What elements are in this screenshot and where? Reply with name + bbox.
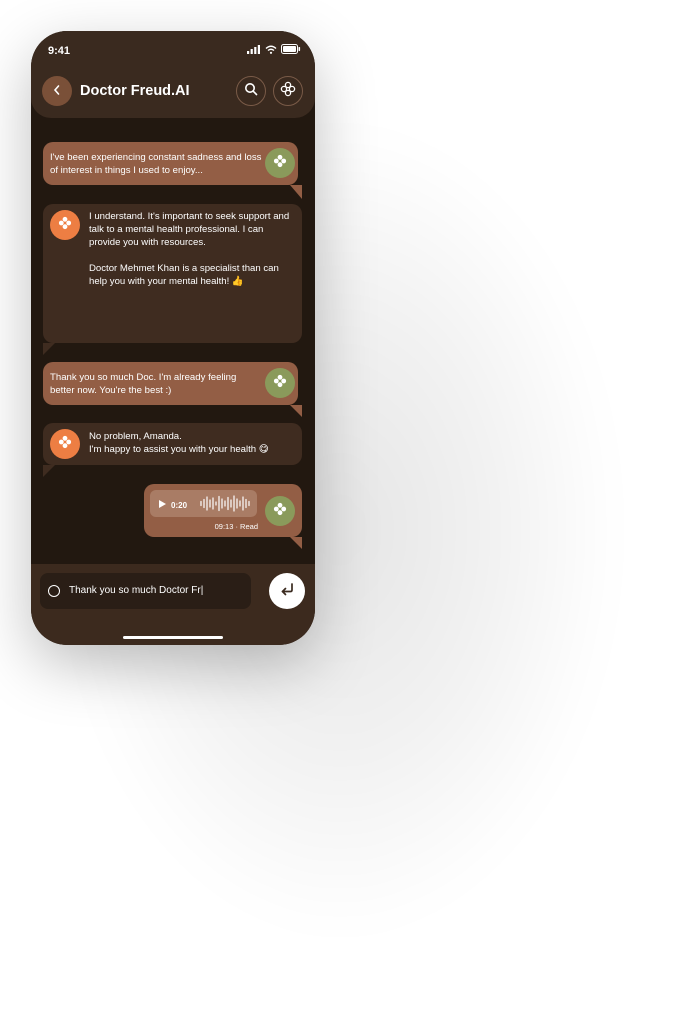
- avatar: [265, 496, 295, 526]
- signal-icon: [247, 44, 261, 57]
- home-indicator: [123, 636, 223, 639]
- flower-icon: [273, 154, 287, 172]
- message-user: I've been experiencing constant sadness …: [43, 142, 298, 185]
- voice-player[interactable]: 0:20: [150, 490, 257, 517]
- status-time: 9:41: [48, 45, 71, 57]
- message-text: I understand. It's important to seek sup…: [89, 211, 290, 248]
- radio-circle-icon[interactable]: [48, 585, 60, 597]
- avatar: [50, 210, 80, 240]
- send-button[interactable]: [269, 573, 305, 609]
- avatar: [50, 429, 80, 459]
- chevron-left-icon: [52, 84, 62, 99]
- play-icon[interactable]: [159, 499, 166, 512]
- battery-icon: [281, 44, 301, 57]
- message-text: I've been experiencing constant sadness …: [50, 152, 262, 176]
- message-bot: I understand. It's important to seek sup…: [43, 204, 302, 343]
- status-bar: 9:41: [31, 31, 315, 75]
- message-meta: 09:13 · Read: [214, 522, 258, 531]
- wifi-icon: [265, 45, 277, 57]
- bubble-tail: [43, 343, 55, 355]
- message-input[interactable]: Thank you so much Doctor Fr|: [40, 573, 251, 609]
- message-user: Thank you so much Doc. I'm already feeli…: [43, 362, 298, 405]
- message-text: I'm happy to assist you with your health…: [89, 444, 269, 455]
- message-text: Doctor Mehmet Khan is a specialist than …: [89, 263, 279, 287]
- phone-frame: Doctor Freud.AI 9:41 I've been experienc…: [31, 31, 315, 645]
- chat-title: Doctor Freud.AI: [80, 83, 190, 99]
- message-text: No problem, Amanda.: [89, 431, 182, 442]
- flower-icon: [58, 216, 72, 234]
- message-user-voice: 0:20 09:13 · Read: [144, 484, 302, 537]
- message-input-value[interactable]: Thank you so much Doctor Fr|: [69, 585, 203, 596]
- bubble-tail: [290, 537, 302, 549]
- system-icons: [247, 44, 301, 57]
- search-button[interactable]: [236, 76, 266, 106]
- message-text: Thank you so much Doc. I'm already feeli…: [50, 372, 237, 396]
- bubble-tail: [290, 405, 302, 417]
- search-icon: [244, 82, 258, 101]
- bubble-tail: [290, 185, 302, 199]
- flower-icon: [273, 502, 287, 520]
- message-bot: No problem, Amanda. I'm happy to assist …: [43, 423, 302, 465]
- avatar: [265, 368, 295, 398]
- flower-icon: [273, 374, 287, 392]
- avatar: [265, 148, 295, 178]
- back-button[interactable]: [42, 76, 72, 106]
- bubble-tail: [43, 465, 55, 477]
- composer-bar: Thank you so much Doctor Fr|: [31, 564, 315, 645]
- waveform-icon: [200, 495, 252, 516]
- flower-icon: [58, 435, 72, 453]
- voice-duration: 0:20: [171, 501, 188, 510]
- menu-button[interactable]: [273, 76, 303, 106]
- enter-icon: [279, 582, 295, 601]
- flower-icon: [280, 81, 296, 102]
